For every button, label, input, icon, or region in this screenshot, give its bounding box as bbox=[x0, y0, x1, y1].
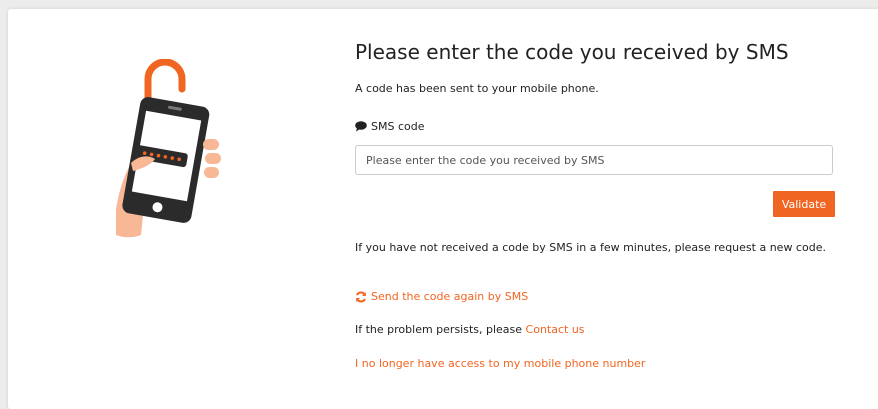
phone-unlock-icon bbox=[116, 59, 221, 238]
resend-code-label: Send the code again by SMS bbox=[371, 290, 529, 303]
validate-button[interactable]: Validate bbox=[773, 191, 835, 217]
sms-verification-card: Please enter the code you received by SM… bbox=[8, 9, 878, 409]
info-text: If you have not received a code by SMS i… bbox=[355, 241, 826, 254]
contact-us-link[interactable]: Contact us bbox=[526, 323, 585, 336]
sms-code-label: SMS code bbox=[355, 120, 424, 133]
sms-code-label-text: SMS code bbox=[371, 120, 425, 133]
refresh-icon bbox=[356, 291, 366, 302]
no-access-link[interactable]: I no longer have access to my mobile pho… bbox=[355, 357, 645, 370]
speech-bubble-icon bbox=[355, 121, 367, 132]
persist-text: If the problem persists, please Contact … bbox=[355, 323, 585, 336]
resend-code-link[interactable]: Send the code again by SMS bbox=[355, 290, 528, 303]
sms-code-input[interactable] bbox=[355, 145, 833, 175]
persist-text-label: If the problem persists, please bbox=[355, 323, 526, 336]
subtitle: A code has been sent to your mobile phon… bbox=[355, 82, 599, 95]
page-title: Please enter the code you received by SM… bbox=[355, 40, 789, 64]
